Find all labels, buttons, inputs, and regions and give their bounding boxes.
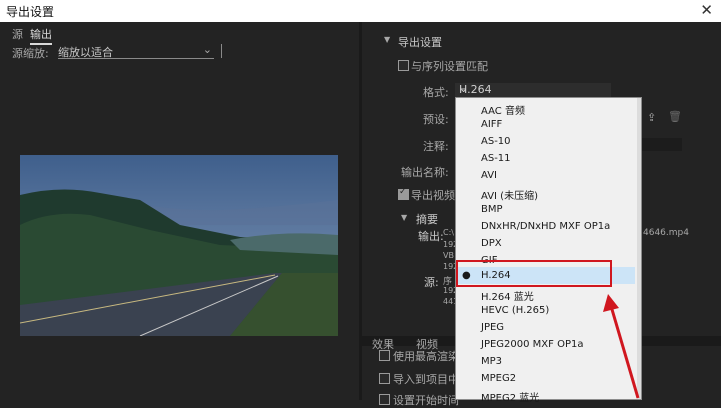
collapse-icon[interactable]: ▼ [384, 35, 390, 44]
collapse-icon[interactable]: ▼ [401, 213, 407, 222]
tab-output[interactable]: 输出 [30, 26, 52, 45]
source-scale-dropdown[interactable]: 缩放以适合 ⌄ [58, 43, 214, 59]
summary-title: 摘要 [416, 213, 438, 226]
output-path: C:\ [443, 228, 454, 237]
preset-label: 预设: [423, 113, 449, 126]
export-video-label: 导出视频 [411, 189, 455, 202]
close-icon[interactable]: ✕ [700, 1, 713, 19]
export-video-checkbox[interactable] [398, 187, 409, 200]
max-render-quality-label: 使用最高渲染 [393, 350, 459, 363]
format-option[interactable]: AIFF [481, 119, 502, 130]
match-sequence-checkbox[interactable] [398, 60, 409, 71]
import-into-project-label: 导入到项目中 [393, 373, 459, 386]
format-option[interactable]: JPEG2000 MXF OP1a [481, 339, 583, 350]
format-option[interactable]: MPEG2 蓝光 [481, 389, 539, 404]
format-option[interactable]: AVI (未压缩) [481, 187, 538, 202]
match-sequence-label: 与序列设置匹配 [411, 60, 488, 73]
set-start-time-label: 设置开始时间 [393, 394, 459, 407]
format-option[interactable]: MPEG2 [481, 373, 516, 384]
comments-label: 注释: [423, 140, 449, 153]
chevron-down-icon: ⌄ [202, 43, 212, 56]
title-bar: 导出设置 ✕ [0, 0, 721, 22]
source-summary-label: 源: [424, 276, 439, 289]
comments-input[interactable] [642, 138, 682, 151]
format-option[interactable]: BMP [481, 204, 503, 215]
divider [221, 44, 222, 58]
chevron-down-icon: ⌄ [459, 82, 469, 95]
format-option[interactable]: DNxHR/DNxHD MXF OP1a [481, 221, 610, 232]
tab-source[interactable]: 源 [12, 26, 23, 42]
format-option[interactable]: MP3 [481, 356, 502, 367]
max-render-quality-checkbox[interactable] [379, 350, 390, 361]
import-into-project-checkbox[interactable] [379, 373, 390, 384]
video-preview [20, 155, 338, 336]
format-option[interactable]: AAC 音频 [481, 102, 525, 117]
output-detail: VB [443, 251, 454, 260]
output-name-label: 输出名称: [401, 166, 449, 179]
output-file-name: 4646.mp4 [643, 228, 689, 238]
annotation-arrow [603, 294, 640, 399]
highlight-box [456, 260, 612, 287]
format-option[interactable]: H.264 蓝光 [481, 288, 534, 303]
output-summary-label: 输出: [418, 230, 444, 243]
format-option[interactable]: HEVC (H.265) [481, 305, 549, 316]
source-scale-value: 缩放以适合 [58, 46, 113, 59]
format-option[interactable]: AS-11 [481, 153, 511, 164]
delete-preset-icon[interactable]: 🗑 [668, 110, 682, 123]
section-title: 导出设置 [398, 36, 442, 49]
format-label: 格式: [423, 86, 449, 99]
import-preset-icon[interactable]: ⇪ [647, 111, 656, 124]
format-option[interactable]: DPX [481, 238, 502, 249]
source-scale-label: 源缩放: [12, 47, 49, 60]
format-option[interactable]: AVI [481, 170, 497, 181]
format-option[interactable]: JPEG [481, 322, 504, 333]
format-option[interactable]: AS-10 [481, 136, 511, 147]
window-title: 导出设置 [6, 5, 55, 19]
format-dropdown[interactable]: H.264 ⌄ [455, 82, 611, 98]
